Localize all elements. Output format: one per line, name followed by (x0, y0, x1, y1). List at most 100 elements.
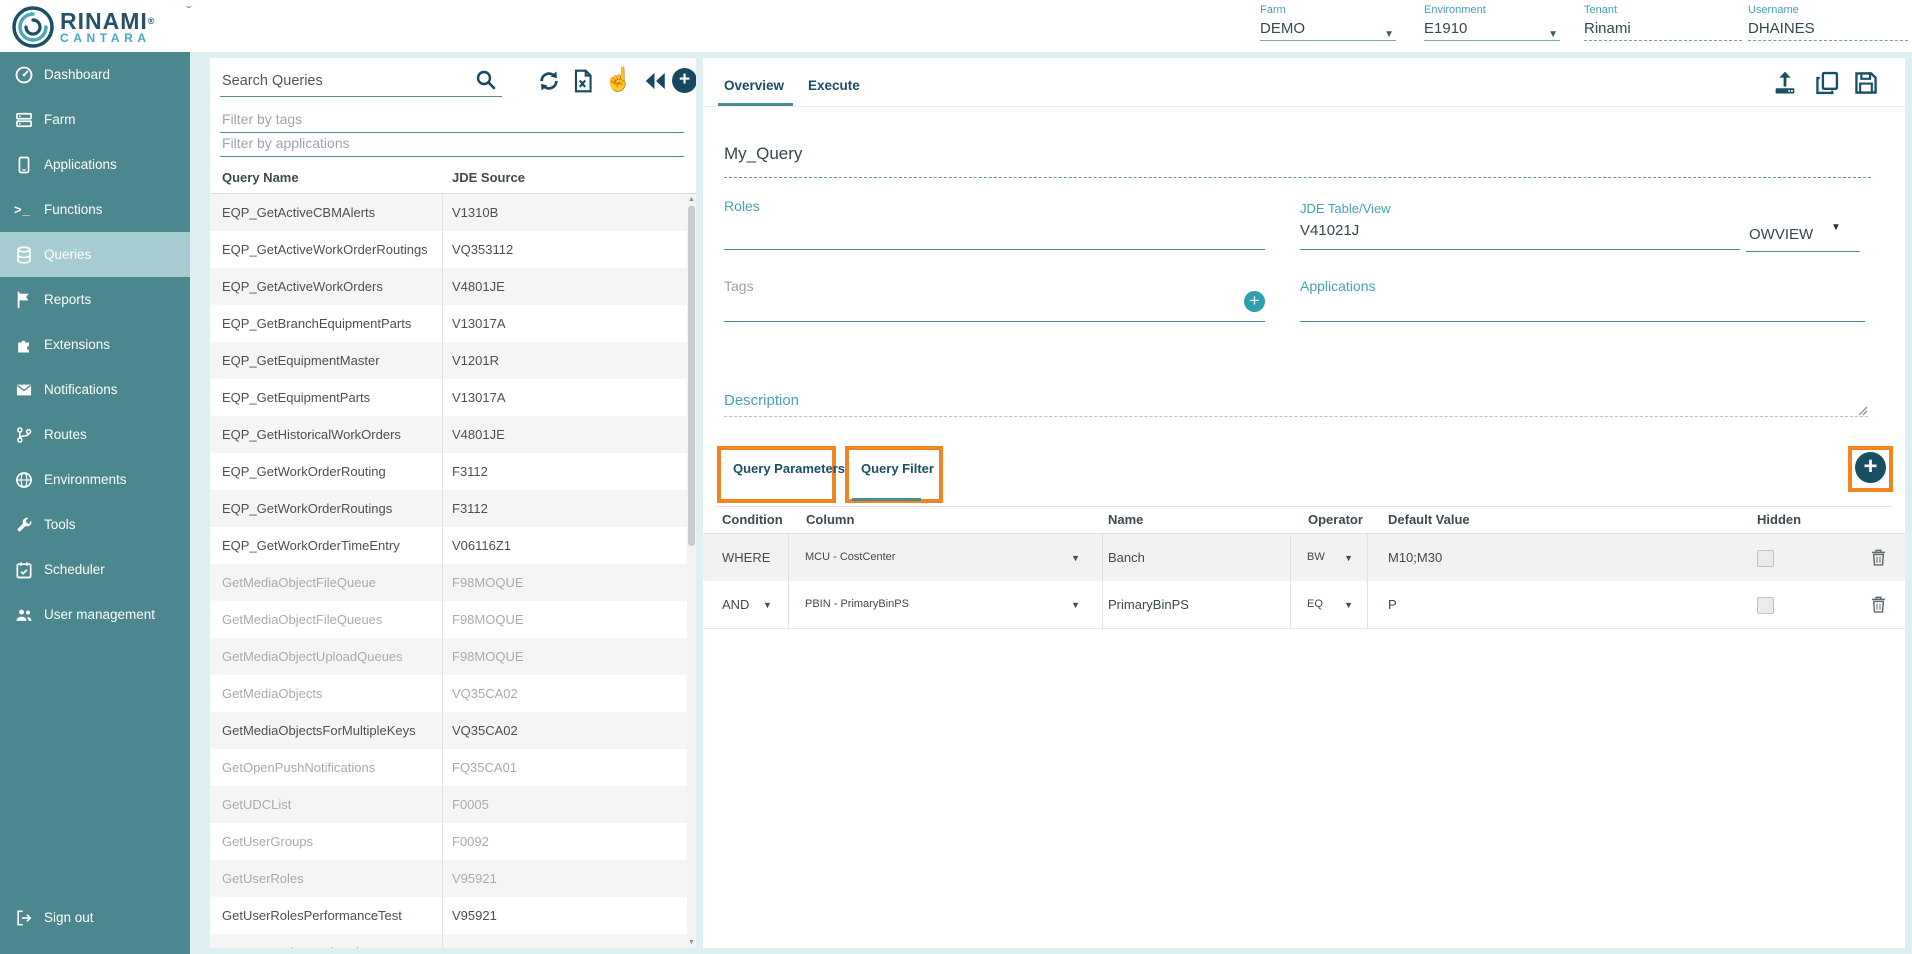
tag-filter-input[interactable] (220, 106, 684, 133)
query-row[interactable]: GetMediaObjectsForMultipleKeysVQ35CA02 (210, 712, 687, 749)
tenant-label: Tenant (1584, 4, 1742, 16)
add-tag-icon[interactable]: + (1244, 291, 1265, 312)
query-list-header: Query Name JDE Source (210, 163, 696, 194)
sidebar-item-reports[interactable]: Reports (0, 277, 190, 322)
brand-name: RINAMI® (60, 10, 155, 32)
add-filter-button[interactable]: + (1855, 452, 1886, 483)
sidebar-item-environments[interactable]: Environments (0, 457, 190, 502)
resize-grip-icon[interactable] (1856, 403, 1868, 415)
jde-table-value[interactable]: V41021J (1300, 222, 1359, 239)
sidebar-item-applications[interactable]: Applications (0, 142, 190, 187)
sidebar-nav: Dashboard Farm Applications >_ Functions… (0, 52, 190, 954)
query-row[interactable]: GetUDCListF0005 (210, 786, 687, 823)
sidebar-item-tools[interactable]: Tools (0, 502, 190, 547)
query-row[interactable]: INV_GetActiveWorkOrderPartsV3111JC (210, 934, 687, 948)
copy-icon[interactable] (1813, 69, 1841, 97)
scrollbar-thumb[interactable] (688, 206, 695, 546)
default-value-field[interactable]: P (1388, 581, 1397, 628)
query-row[interactable]: GetMediaObjectsVQ35CA02 (210, 675, 687, 712)
query-row[interactable]: EQP_GetEquipmentPartsV13017A (210, 379, 687, 416)
query-row[interactable]: GetMediaObjectUploadQueuesF98MOQUE (210, 638, 687, 675)
excel-export-icon[interactable] (570, 68, 596, 94)
operator-select[interactable]: BW ▼ (1290, 534, 1368, 581)
environment-select[interactable]: Environment E1910 ▼ (1424, 4, 1560, 41)
query-row[interactable]: EQP_GetBranchEquipmentPartsV13017A (210, 305, 687, 342)
brand-subname: CANTARA (60, 32, 155, 45)
roles-input[interactable] (724, 249, 1265, 250)
query-row[interactable]: GetOpenPushNotificationsFQ35CA01 (210, 749, 687, 786)
query-row[interactable]: EQP_GetActiveWorkOrderRoutingsVQ353112 (210, 231, 687, 268)
column-select[interactable]: PBIN - PrimaryBinPS ▼ (788, 581, 1103, 628)
app-window: RINAMI® CANTARA ˇ Farm DEMO ▼ Environmen… (0, 0, 1912, 954)
operator-select[interactable]: EQ ▼ (1290, 581, 1368, 628)
tab-overview[interactable]: Overview (724, 78, 784, 93)
refresh-icon[interactable] (536, 68, 562, 94)
rewind-icon[interactable] (642, 68, 668, 94)
farm-select[interactable]: Farm DEMO ▼ (1260, 4, 1396, 41)
query-row[interactable]: EQP_GetWorkOrderTimeEntryV06116Z1 (210, 527, 687, 564)
tablet-icon (14, 155, 34, 175)
sidebar-item-queries[interactable]: Queries (0, 232, 190, 277)
tab-execute[interactable]: Execute (808, 78, 860, 93)
sign-out-button[interactable]: Sign out (0, 895, 190, 940)
query-row[interactable]: EQP_GetEquipmentMasterV1201R (210, 342, 687, 379)
query-row[interactable]: GetUserRolesV95921 (210, 860, 687, 897)
applications-input[interactable] (1300, 321, 1865, 322)
column-select[interactable]: MCU - CostCenter ▼ (788, 534, 1103, 581)
query-row[interactable]: EQP_GetWorkOrderRoutingF3112 (210, 453, 687, 490)
description-input[interactable] (724, 416, 1868, 417)
application-filter-input[interactable] (220, 130, 684, 157)
jde-view-underline (1746, 251, 1860, 252)
delete-filter-icon[interactable] (1868, 594, 1889, 615)
environment-label: Environment (1424, 4, 1560, 16)
list-column-divider (442, 194, 443, 948)
name-field[interactable]: PrimaryBinPS (1108, 581, 1189, 628)
sign-out-icon (14, 908, 34, 928)
subtab-query-parameters[interactable]: Query Parameters (733, 461, 845, 476)
list-scrollbar[interactable]: ▲ ▼ (687, 194, 696, 948)
jde-table-label: JDE Table/View (1300, 201, 1391, 216)
column-header-default-value: Default Value (1388, 507, 1470, 533)
query-row[interactable]: EQP_GetWorkOrderRoutingsF3112 (210, 490, 687, 527)
subtab-query-filter[interactable]: Query Filter (861, 461, 934, 476)
add-query-icon[interactable]: + (672, 68, 696, 93)
sidebar-item-notifications[interactable]: Notifications (0, 367, 190, 412)
column-header-condition: Condition (722, 507, 783, 533)
hand-pointer-icon[interactable]: ☝ (604, 66, 630, 92)
sidebar-item-dashboard[interactable]: Dashboard (0, 52, 190, 97)
query-row[interactable]: EQP_GetHistoricalWorkOrdersV4801JE (210, 416, 687, 453)
hidden-checkbox[interactable] (1757, 550, 1774, 567)
query-row[interactable]: GetUserRolesPerformanceTestV95921 (210, 897, 687, 934)
sidebar-item-functions[interactable]: >_ Functions (0, 187, 190, 232)
server-icon (14, 110, 34, 130)
query-row[interactable]: GetMediaObjectFileQueueF98MOQUE (210, 564, 687, 601)
sidebar-item-scheduler[interactable]: Scheduler (0, 547, 190, 592)
hidden-checkbox[interactable] (1757, 597, 1774, 614)
tags-input[interactable] (724, 321, 1265, 322)
query-row[interactable]: EQP_GetActiveCBMAlertsV1310B (210, 194, 687, 231)
jde-table-underline (1300, 249, 1740, 250)
query-row[interactable]: EQP_GetActiveWorkOrdersV4801JE (210, 268, 687, 305)
tags-label: Tags (724, 278, 754, 294)
jde-view-select[interactable]: OWVIEW (1749, 226, 1813, 243)
query-row[interactable]: GetMediaObjectFileQueuesF98MOQUE (210, 601, 687, 638)
scroll-down-icon[interactable]: ▼ (688, 939, 695, 946)
upload-icon[interactable] (1771, 69, 1799, 97)
sidebar-item-user-management[interactable]: User management (0, 592, 190, 637)
sidebar-item-extensions[interactable]: Extensions (0, 322, 190, 367)
scroll-up-icon[interactable]: ▲ (688, 196, 695, 203)
default-value-field[interactable]: M10;M30 (1388, 534, 1442, 581)
save-icon[interactable] (1852, 69, 1880, 97)
sidebar-item-routes[interactable]: Routes (0, 412, 190, 457)
name-field[interactable]: Banch (1108, 534, 1145, 581)
filter-row: WHERE MCU - CostCenter ▼ Banch BW ▼ M10;… (703, 534, 1905, 581)
query-row[interactable]: GetUserGroupsF0092 (210, 823, 687, 860)
sidebar-item-farm[interactable]: Farm (0, 97, 190, 142)
puzzle-icon (14, 335, 34, 355)
app-logo: RINAMI® CANTARA ˇ (12, 5, 155, 49)
query-name-field[interactable]: My_Query (724, 144, 802, 164)
delete-filter-icon[interactable] (1868, 547, 1889, 568)
search-input[interactable] (220, 66, 502, 97)
environment-value: E1910 (1424, 20, 1467, 37)
condition-select[interactable]: AND ▼ (722, 581, 782, 628)
